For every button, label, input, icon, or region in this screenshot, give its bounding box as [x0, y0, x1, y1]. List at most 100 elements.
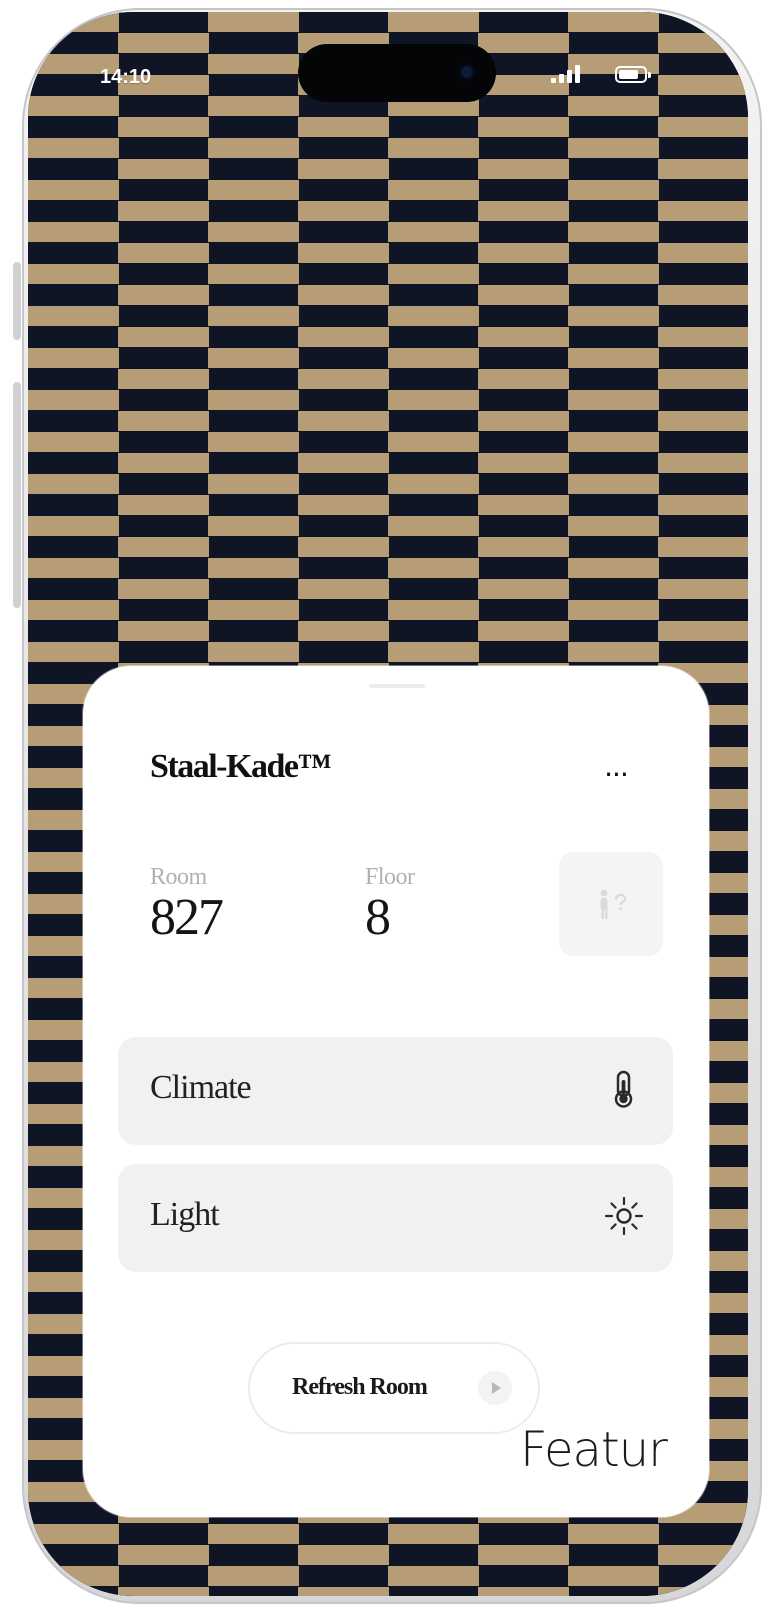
wallpaper-block	[118, 621, 209, 641]
wallpaper-block	[568, 642, 659, 662]
wallpaper-block	[208, 432, 299, 452]
sun-icon	[604, 1196, 644, 1236]
wallpaper-block	[478, 1587, 569, 1596]
climate-label: Climate	[150, 1069, 252, 1106]
signal-bar	[559, 74, 564, 83]
wallpaper-block	[568, 348, 659, 368]
refresh-room-label: Refresh Room	[292, 1374, 428, 1400]
wallpaper-block	[478, 117, 569, 137]
play-icon	[478, 1371, 512, 1405]
wallpaper-block	[658, 243, 748, 263]
wallpaper-block	[658, 537, 748, 557]
wallpaper-block	[28, 12, 119, 32]
wallpaper-block	[208, 222, 299, 242]
wallpaper-block	[208, 1566, 299, 1586]
wallpaper-block	[118, 243, 209, 263]
climate-control[interactable]: Climate	[118, 1037, 673, 1145]
drag-handle[interactable]	[369, 684, 425, 688]
more-options-button[interactable]: ...	[595, 750, 637, 784]
wallpaper-block	[388, 12, 479, 32]
wallpaper-block	[298, 411, 389, 431]
wallpaper-block	[28, 516, 119, 536]
wallpaper-block	[658, 621, 748, 641]
signal-bar	[551, 78, 556, 83]
wallpaper-block	[478, 537, 569, 557]
wallpaper-block	[118, 453, 209, 473]
wallpaper-block	[478, 621, 569, 641]
wallpaper-block	[28, 138, 119, 158]
wallpaper-block	[28, 96, 119, 116]
wallpaper-block	[118, 159, 209, 179]
light-label: Light	[150, 1196, 220, 1233]
wallpaper-block	[208, 348, 299, 368]
light-control[interactable]: Light	[118, 1164, 673, 1272]
wallpaper-block	[118, 537, 209, 557]
wallpaper-block	[568, 558, 659, 578]
wallpaper-block	[478, 159, 569, 179]
front-camera-icon	[458, 63, 476, 81]
wallpaper-block	[208, 54, 299, 74]
wallpaper-block	[118, 411, 209, 431]
wallpaper-block	[478, 33, 569, 53]
wallpaper-block	[568, 474, 659, 494]
wallpaper-block	[388, 138, 479, 158]
battery-cap	[648, 72, 651, 78]
room-card: Staal-Kade™ ... Room 827 Floor 8 Climate	[83, 666, 709, 1517]
wallpaper-block	[208, 390, 299, 410]
wallpaper-block	[568, 432, 659, 452]
wallpaper-block	[28, 306, 119, 326]
wallpaper-block	[568, 1524, 659, 1544]
wallpaper-block	[298, 453, 389, 473]
wallpaper-block	[118, 495, 209, 515]
wallpaper-block	[118, 327, 209, 347]
wallpaper-block	[28, 390, 119, 410]
room-label: Room	[150, 864, 207, 890]
wallpaper-block	[388, 390, 479, 410]
wallpaper-block	[568, 96, 659, 116]
wallpaper-block	[208, 138, 299, 158]
wallpaper-block	[478, 1545, 569, 1565]
wallpaper-block	[388, 1524, 479, 1544]
wallpaper-block	[388, 348, 479, 368]
wallpaper-block	[118, 579, 209, 599]
restroom-icon	[600, 889, 627, 919]
page: 14:10 Staal-Kade™ ... Room 827 Floor 8 C…	[0, 0, 776, 1612]
wallpaper-block	[298, 369, 389, 389]
wallpaper-block	[568, 516, 659, 536]
thermometer-icon	[614, 1070, 633, 1108]
restroom-button[interactable]	[559, 852, 663, 956]
wallpaper-block	[28, 558, 119, 578]
wallpaper-block	[568, 12, 659, 32]
wallpaper-block	[658, 495, 748, 515]
wallpaper-block	[478, 579, 569, 599]
wallpaper-block	[568, 600, 659, 620]
wallpaper-block	[658, 579, 748, 599]
wallpaper-block	[208, 474, 299, 494]
wallpaper-block	[298, 495, 389, 515]
wallpaper-block	[208, 180, 299, 200]
wallpaper-block	[568, 180, 659, 200]
wallpaper-block	[658, 159, 748, 179]
wallpaper-block	[298, 579, 389, 599]
wallpaper-block	[658, 453, 748, 473]
wallpaper-block	[658, 1587, 748, 1596]
wallpaper-block	[478, 285, 569, 305]
wallpaper-block	[478, 201, 569, 221]
wallpaper-block	[28, 180, 119, 200]
wallpaper-block	[658, 117, 748, 137]
wallpaper-block	[28, 1524, 119, 1544]
room-card-title: Staal-Kade™	[150, 748, 331, 785]
wallpaper-block	[298, 201, 389, 221]
wallpaper-block	[388, 558, 479, 578]
wallpaper-block	[28, 222, 119, 242]
wallpaper-block	[658, 33, 748, 53]
phone-screen: 14:10 Staal-Kade™ ... Room 827 Floor 8 C…	[28, 12, 748, 1596]
wallpaper-block	[388, 222, 479, 242]
wallpaper-block	[388, 306, 479, 326]
wallpaper-block	[388, 264, 479, 284]
wallpaper-block	[28, 348, 119, 368]
power-button	[13, 482, 21, 608]
wallpaper-block	[388, 1566, 479, 1586]
refresh-room-button[interactable]: Refresh Room	[248, 1342, 540, 1434]
wallpaper-block	[208, 1524, 299, 1544]
